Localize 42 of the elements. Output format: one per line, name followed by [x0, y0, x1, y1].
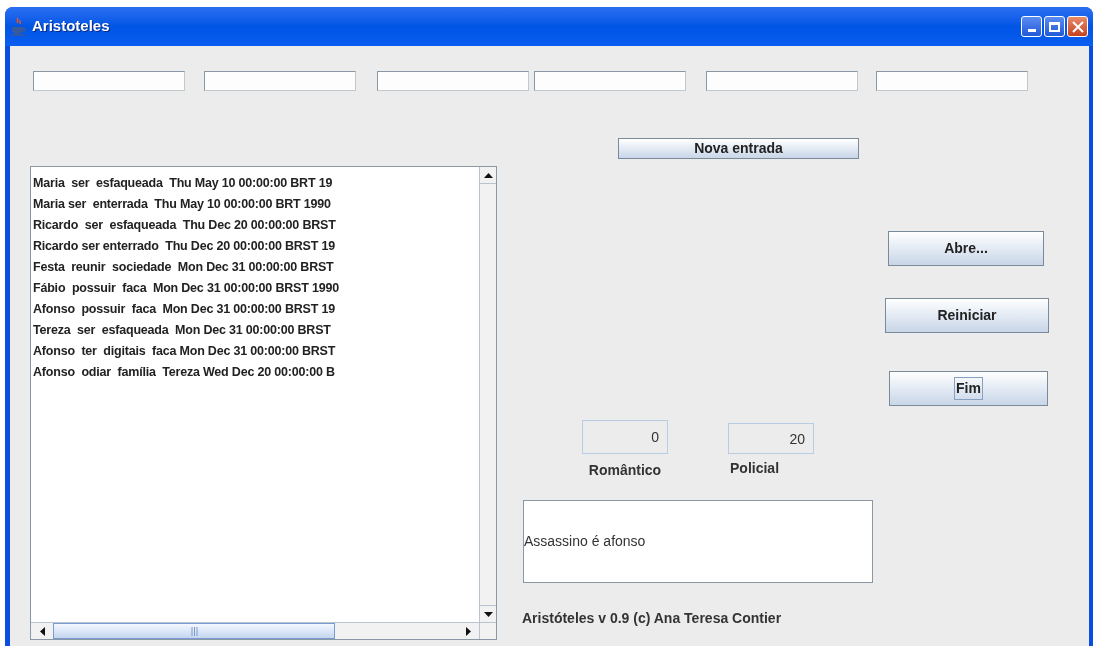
grip-icon: [190, 626, 198, 636]
event-item[interactable]: Maria ser enterrada Thu May 10 00:00:00 BRT 1990: [33, 194, 479, 215]
event-item[interactable]: Afonso possuir faca Mon Dec 31 00:00:00 BRST 19: [33, 299, 479, 320]
minimize-icon: [1027, 29, 1036, 32]
up-arrow-icon: [483, 172, 493, 178]
counter-field[interactable]: 20: [728, 423, 814, 454]
minimize-button[interactable]: [1021, 16, 1042, 37]
text-field[interactable]: [706, 71, 858, 91]
event-item[interactable]: Afonso ter digitais faca Mon Dec 31 00:00:00 BRST: [33, 341, 479, 362]
action-button[interactable]: Abre...: [888, 231, 1044, 266]
event-item[interactable]: Ricardo ser enterrado Thu Dec 20 00:00:00 BRST 19: [33, 236, 479, 257]
event-item[interactable]: Afonso odiar família Tereza Wed Dec 20 00:00:00 B: [33, 362, 479, 383]
action-button[interactable]: Reiniciar: [885, 298, 1049, 333]
result-text: Assassino é afonso: [524, 532, 646, 551]
close-button[interactable]: [1067, 16, 1088, 37]
scrollbar-thumb[interactable]: [53, 623, 335, 639]
event-item[interactable]: Fábio possuir faca Mon Dec 31 00:00:00 BRST 1990: [33, 278, 479, 299]
event-item[interactable]: Maria ser esfaqueada Thu May 10 00:00:00 BRT 19: [33, 173, 479, 194]
action-button[interactable]: Fim: [889, 371, 1048, 406]
credit-text: Aristóteles v 0.9 (c) Ana Teresa Contier: [522, 609, 783, 628]
maximize-icon: [1049, 21, 1060, 32]
vertical-scrollbar[interactable]: [479, 167, 496, 622]
maximize-button[interactable]: [1044, 16, 1065, 37]
event-item[interactable]: Tereza ser esfaqueada Mon Dec 31 00:00:00 BRST: [33, 320, 479, 341]
left-arrow-icon: [39, 626, 45, 636]
text-field[interactable]: [204, 71, 356, 91]
event-item[interactable]: Ricardo ser esfaqueada Thu Dec 20 00:00:00 BRST: [33, 215, 479, 236]
horizontal-scrollbar[interactable]: [31, 623, 479, 639]
text-field[interactable]: [534, 71, 686, 91]
close-icon: [1071, 20, 1084, 33]
counter-label: Policial: [730, 459, 780, 478]
event-item[interactable]: Festa reunir sociedade Mon Dec 31 00:00:00 BRST: [33, 257, 479, 278]
coffee-cup-icon: [10, 16, 27, 37]
right-arrow-icon: [465, 626, 471, 636]
window-title: Aristoteles: [32, 16, 110, 37]
counter-label: Romântico: [588, 461, 662, 480]
down-arrow-icon: [483, 611, 493, 617]
text-field[interactable]: [876, 71, 1028, 91]
counter-field[interactable]: 0: [582, 420, 668, 454]
new-entry-button[interactable]: Nova entrada: [618, 138, 859, 159]
text-field[interactable]: [377, 71, 529, 91]
text-field[interactable]: [33, 71, 185, 91]
